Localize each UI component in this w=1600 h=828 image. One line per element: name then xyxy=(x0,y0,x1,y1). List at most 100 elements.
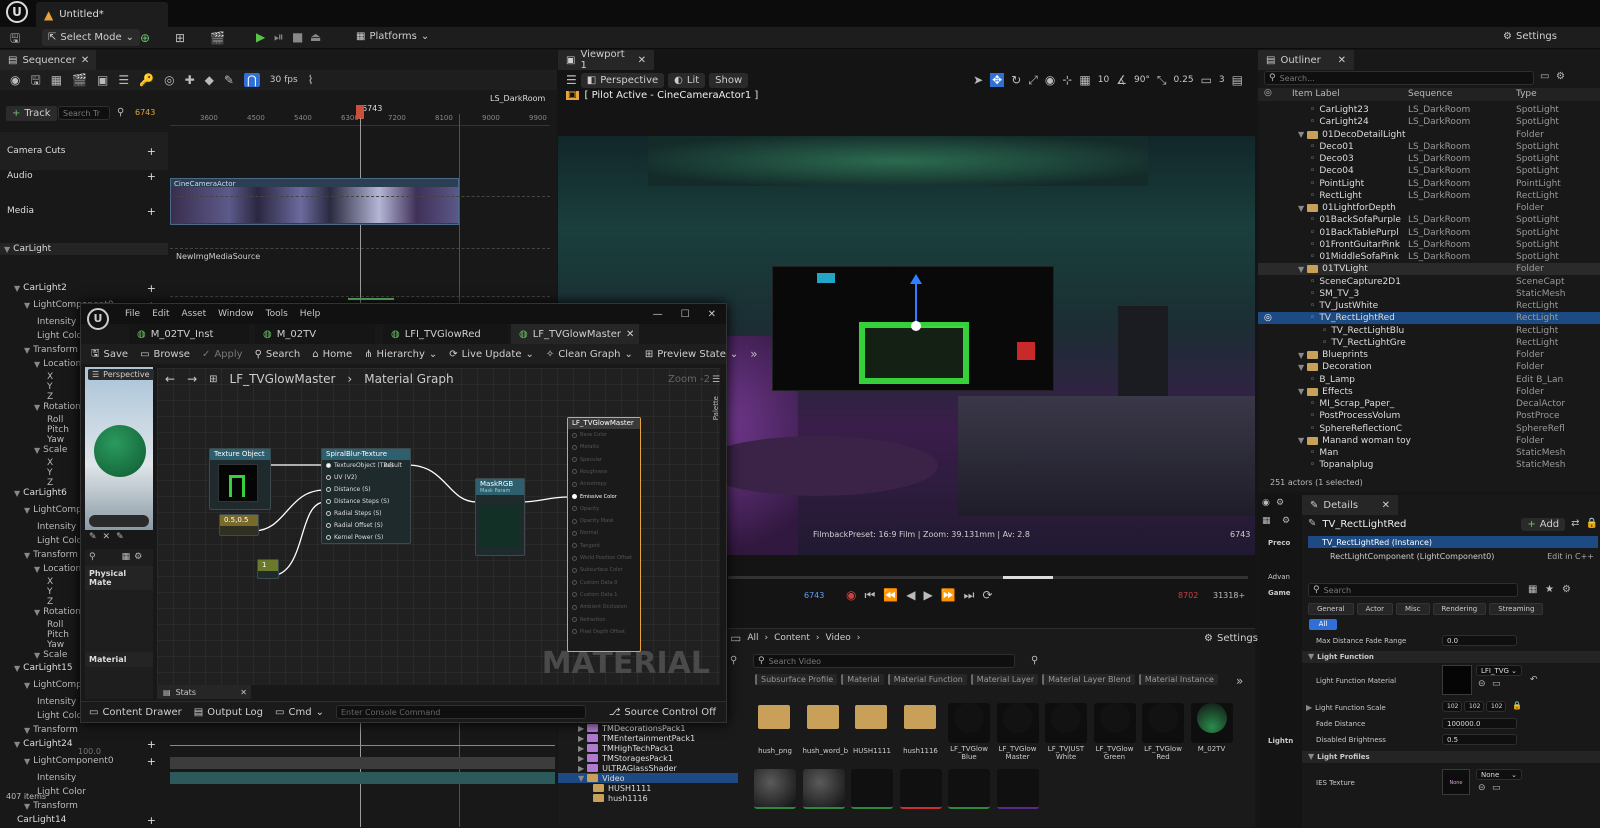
angle-snap-value[interactable]: 90° xyxy=(1134,75,1150,85)
fade-distance-input[interactable]: 100000.0 xyxy=(1442,718,1517,729)
content-tree-item[interactable]: ▶ TMHighTechPack1 xyxy=(558,743,738,753)
outliner-row[interactable]: ◦ CarLight24 LS_DarkRoom SpotLight xyxy=(1258,116,1600,128)
world-icon[interactable]: ◉ xyxy=(10,74,20,86)
tab-lfi-tvglowred[interactable]: ◍ LFI_TVGlowRed xyxy=(383,324,508,344)
content-asset[interactable]: hush_word_b xyxy=(803,697,848,757)
track-row[interactable]: CarLight14 + xyxy=(0,814,168,827)
selection-bar[interactable] xyxy=(348,298,394,300)
folder-browse-icon[interactable]: ▭ xyxy=(1492,784,1501,793)
node-pin[interactable]: World Position Offset xyxy=(572,555,632,561)
content-asset[interactable]: LF_TVJUST White xyxy=(1045,697,1087,761)
outliner-row[interactable]: ◦ SphereReflectionC SphereRefl xyxy=(1258,423,1600,435)
node-pin[interactable]: Tangent xyxy=(572,543,600,549)
camera-icon[interactable]: ▣ xyxy=(97,74,108,86)
transform-track[interactable] xyxy=(170,772,555,784)
intensity-track[interactable] xyxy=(170,745,555,746)
blueprint-icon[interactable]: ⇄ xyxy=(1571,519,1579,529)
lf-scale-z[interactable]: 102 xyxy=(1486,701,1506,712)
constant-node[interactable]: 0.5,0.5 xyxy=(219,514,259,536)
cinematics-icon[interactable]: 🎬 xyxy=(210,32,225,44)
col-type[interactable]: Type xyxy=(1516,89,1537,99)
tab-sequencer[interactable]: ▤ Sequencer ✕ xyxy=(0,50,96,70)
outliner-row[interactable]: ◦ MI_Scrap_Paper_ DecalActor xyxy=(1258,398,1600,410)
content-filter-chip[interactable]: Material Layer xyxy=(970,674,1039,685)
ies-thumb[interactable]: None xyxy=(1442,769,1470,795)
menu-asset[interactable]: Asset xyxy=(182,309,207,319)
node-pin[interactable]: Opacity Mask xyxy=(572,518,614,524)
menu-file[interactable]: File xyxy=(125,309,140,319)
close-icon[interactable]: ✕ xyxy=(708,309,716,320)
add-track-icon[interactable]: + xyxy=(147,205,156,218)
content-filter-chip[interactable]: Material Layer Blend xyxy=(1042,674,1135,685)
close-icon[interactable]: ✕ xyxy=(103,533,111,547)
content-asset[interactable]: hush_png xyxy=(754,697,796,757)
show-button[interactable]: Show xyxy=(709,72,749,88)
tab-m02tv-inst[interactable]: ◍ M_02TV_Inst xyxy=(129,324,249,344)
browse-icon[interactable]: ⊝ xyxy=(1478,680,1486,689)
content-settings-button[interactable]: ⚙ Settings xyxy=(1204,633,1258,644)
curve-icon[interactable]: ⌇ xyxy=(308,74,314,86)
prev-frame-icon[interactable]: ◀ xyxy=(906,589,915,601)
master-node[interactable]: LF_TVGlowMaster Base Color Metallic Specul… xyxy=(567,417,641,652)
preview-perspective-button[interactable]: ☰ Perspective xyxy=(88,369,154,380)
content-filter-chip[interactable]: Material Function xyxy=(887,674,967,685)
menu-help[interactable]: Help xyxy=(300,309,321,319)
play-icon[interactable]: ▶ xyxy=(923,589,932,601)
node-pin[interactable]: Pixel Depth Offset xyxy=(572,629,625,635)
content-asset[interactable]: LF_TVGlow Master xyxy=(996,697,1039,761)
outliner-row[interactable]: ◦ RectLight LS_DarkRoom RectLight xyxy=(1258,190,1600,202)
filter-icon[interactable]: ⚲ xyxy=(1031,656,1038,666)
track-row[interactable]: ▼ CarLight xyxy=(0,243,168,255)
details-filter-chip[interactable]: General xyxy=(1308,603,1354,615)
play-icon[interactable]: ▶ xyxy=(256,31,265,43)
lf-material-select[interactable]: LFI_TVG ⌄ xyxy=(1476,665,1522,676)
max-fade-input[interactable]: 0.0 xyxy=(1442,635,1517,646)
prev-key-icon[interactable]: ⏪ xyxy=(883,589,898,601)
outliner-row[interactable]: ◦ 01FrontGuitarPink LS_DarkRoom SpotLight xyxy=(1258,239,1600,251)
gear-icon[interactable]: ⚙ xyxy=(134,553,142,562)
minimize-icon[interactable]: — xyxy=(653,309,663,320)
add-track-icon[interactable]: + xyxy=(147,738,156,751)
node-pin[interactable]: Metallic xyxy=(572,444,599,450)
intensity-value[interactable]: 100.0 xyxy=(78,747,101,756)
gear-icon[interactable]: ⚙ xyxy=(1562,585,1571,595)
find-icon[interactable]: ▦ xyxy=(51,74,62,86)
key-icon[interactable]: 🔑 xyxy=(139,74,154,86)
node-pin[interactable]: Normal xyxy=(572,530,598,536)
outliner-row[interactable]: ◦ SM_TV_3 StaticMesh xyxy=(1258,288,1600,300)
node-pin[interactable]: Opacity xyxy=(572,506,599,512)
node-pin[interactable]: Kernel Power (S) xyxy=(326,534,383,541)
grid-snap-value[interactable]: 10 xyxy=(1098,75,1109,85)
mask-rgb-node[interactable]: MaskRGB Mask Param xyxy=(475,478,525,556)
track-search-input[interactable]: Search Tr xyxy=(58,106,110,120)
world-icon[interactable]: ◉ xyxy=(1262,499,1270,508)
content-asset[interactable]: M_02TV xyxy=(1190,697,1233,757)
angle-snap-icon[interactable]: ∡ xyxy=(1116,74,1127,86)
track-row[interactable]: ▼ Transform xyxy=(0,724,168,736)
node-pin[interactable]: Refraction xyxy=(572,617,606,623)
list-icon[interactable]: ☰ xyxy=(118,74,129,86)
content-tree-item[interactable]: ▼ Video xyxy=(558,773,738,783)
loop-icon[interactable]: ⟳ xyxy=(982,589,992,601)
details-filter-chip[interactable]: Misc xyxy=(1396,603,1430,615)
lit-button[interactable]: ◐ Lit xyxy=(668,72,706,88)
track-row[interactable]: Intensity xyxy=(0,772,168,784)
content-tree-item[interactable]: hush1116 xyxy=(558,793,738,803)
physical-material-section[interactable]: Physical Mate xyxy=(85,566,153,590)
save-icon[interactable]: 🖫 xyxy=(10,32,20,44)
outliner-search-input[interactable]: ⚲ Search... xyxy=(1264,71,1534,85)
menu-edit[interactable]: Edit xyxy=(152,309,169,319)
gear-icon[interactable]: ⚙ xyxy=(1556,72,1565,82)
filter-all[interactable]: All xyxy=(1309,619,1337,630)
surface-snap-icon[interactable]: ⊹ xyxy=(1062,74,1072,86)
hierarchy-button[interactable]: ⋔ Hierarchy ⌄ xyxy=(364,349,437,360)
lf-scale-x[interactable]: 102 xyxy=(1442,701,1462,712)
details-filter-chip[interactable]: Streaming xyxy=(1489,603,1544,615)
play-step-icon[interactable]: ⏯ xyxy=(274,31,284,43)
add-track-icon[interactable]: + xyxy=(147,282,156,295)
col-item-label[interactable]: Item Label xyxy=(1292,89,1340,99)
content-asset-thumb[interactable] xyxy=(754,769,796,809)
outliner-row[interactable]: ▼ 01TVLight Folder xyxy=(1258,263,1600,276)
details-search-input[interactable]: ⚲ Search xyxy=(1308,583,1518,597)
browse-button[interactable]: ▭ Browse xyxy=(140,349,190,360)
